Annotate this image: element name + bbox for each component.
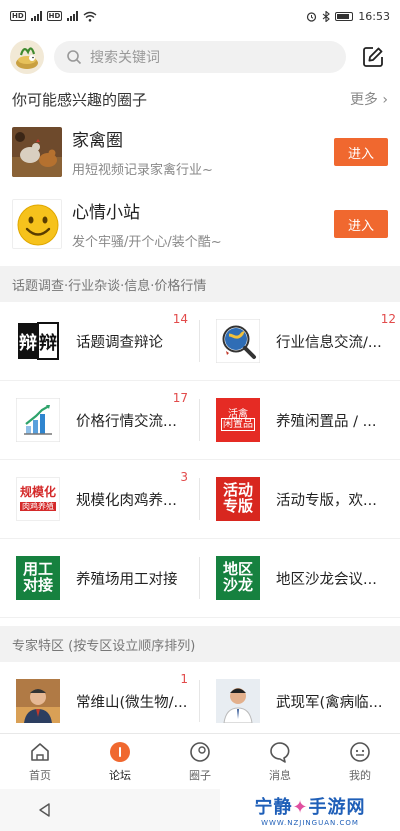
tab-home[interactable]: 首页 (0, 734, 80, 789)
forum-item-activity[interactable]: 活动 专版 活动专版，欢... (200, 460, 400, 539)
tab-circle[interactable]: 圈子 (160, 734, 240, 789)
circle-name: 家禽圈 (72, 131, 123, 151)
tab-forum[interactable]: 论坛 (80, 734, 160, 789)
post-count-badge: 12 (380, 312, 396, 326)
experts-grid: 常维山(微生物/... 1 武现军(禽病临... (0, 662, 400, 741)
status-time: 16:53 (358, 9, 390, 23)
app-logo-icon (16, 47, 38, 69)
forum-item-label: 规模化肉鸡养... (76, 492, 177, 509)
forum-item-label: 养殖闲置品 / ... (276, 413, 377, 430)
watermark-title-part1: 宁静 (254, 797, 293, 818)
expert-label: 常维山(微生物/... (76, 694, 188, 711)
topics-section-header: 话题调查·行业杂谈·信息·价格行情 (0, 266, 400, 302)
alarm-icon (307, 11, 317, 22)
forum-item-broiler[interactable]: 规模化 肉鸡养殖 规模化肉鸡养... 3 (0, 460, 200, 539)
post-count-badge: 17 (172, 391, 188, 405)
post-count-badge: 14 (172, 312, 188, 326)
expert-item[interactable]: 武现军(禽病临... (200, 662, 400, 741)
search-bar[interactable]: 搜索关键词 (54, 41, 346, 73)
tab-label: 我的 (349, 768, 371, 782)
bar-chart-icon (16, 398, 60, 442)
forum-icon (110, 741, 130, 762)
tab-messages[interactable]: 消息 (240, 734, 320, 789)
search-icon (67, 50, 82, 65)
forum-item-label: 价格行情交流... (76, 413, 177, 430)
post-count-badge: 3 (180, 470, 188, 484)
circle-desc: 发个牢骚/开个心/装个酷~ (72, 235, 222, 250)
watermark-title: 宁静✦手游网 (254, 793, 365, 819)
hd-icon: HD (10, 11, 26, 21)
forum-item-label: 地区沙龙会议... (276, 571, 377, 588)
forum-item-idle-goods[interactable]: 活禽 闲置品 养殖闲置品 / ... (200, 381, 400, 460)
tab-label: 圈子 (189, 768, 211, 782)
compose-icon (363, 47, 383, 67)
tab-label: 首页 (29, 768, 51, 782)
search-placeholder: 搜索关键词 (90, 50, 160, 66)
smiley-icon (13, 200, 61, 248)
salon-icon: 地区 沙龙 (216, 556, 260, 600)
circle-icon (190, 741, 210, 762)
svg-text:辩: 辩 (19, 332, 37, 354)
tab-label: 消息 (269, 768, 291, 782)
activity-icon: 活动 专版 (216, 477, 260, 521)
forum-item-salon[interactable]: 地区 沙龙 地区沙龙会议... (200, 539, 400, 618)
circle-thumb-poultry (12, 127, 62, 177)
tab-label: 论坛 (109, 768, 131, 782)
topics-grid: 辩 辩 话题调查辩论 14 行业信息交流/... 12 价格行情交流... 17… (0, 302, 400, 618)
more-link[interactable]: 更多 › (350, 89, 388, 109)
circle-item[interactable]: 家禽圈 用短视频记录家禽行业~ 进入 (0, 116, 400, 188)
forum-item-label: 行业信息交流/... (276, 334, 382, 351)
watermark-url: WWW.NZJINGUAN.COM (261, 819, 359, 827)
tab-profile[interactable]: 我的 (320, 734, 400, 789)
back-icon[interactable] (37, 802, 53, 818)
expert-item[interactable]: 常维山(微生物/... 1 (0, 662, 200, 741)
bluetooth-icon (322, 10, 331, 22)
recruit-icon: 用工 对接 (16, 556, 60, 600)
forum-item-debate[interactable]: 辩 辩 话题调查辩论 14 (0, 302, 200, 381)
expert-avatar (216, 679, 260, 723)
signal-icon (30, 11, 42, 21)
svg-text:辩: 辩 (39, 332, 57, 354)
more-label: 更多 (349, 92, 378, 108)
compose-button[interactable] (356, 40, 390, 74)
app-logo[interactable] (10, 40, 44, 74)
post-count-badge: 1 (180, 672, 188, 686)
circle-desc: 用短视频记录家禽行业~ (72, 163, 213, 178)
battery-icon (335, 11, 354, 21)
debate-icon: 辩 辩 (16, 319, 60, 363)
expert-label: 武现军(禽病临... (276, 694, 383, 711)
forum-item-label: 养殖场用工对接 (76, 571, 178, 588)
top-bar: 搜索关键词 (0, 32, 400, 82)
enter-button[interactable]: 进入 (334, 138, 388, 166)
home-icon (31, 742, 49, 761)
circle-item[interactable]: 心情小站 发个牢骚/开个心/装个酷~ 进入 (0, 188, 400, 260)
forum-item-industry-info[interactable]: 行业信息交流/... 12 (200, 302, 400, 381)
circle-thumb-mood (12, 199, 62, 249)
circle-name: 心情小站 (72, 203, 140, 223)
profile-icon (350, 741, 370, 762)
broiler-icon: 规模化 肉鸡养殖 (16, 477, 60, 521)
globe-search-icon (216, 319, 260, 363)
forum-item-label: 话题调查辩论 (76, 334, 163, 351)
forum-item-price[interactable]: 价格行情交流... 17 (0, 381, 200, 460)
watermark-title-part2: 手游网 (308, 797, 366, 818)
message-icon (270, 741, 290, 763)
watermark-logo-icon: ✦ (292, 797, 309, 818)
forum-item-label: 活动专版，欢... (276, 492, 377, 509)
poultry-photo-icon (12, 127, 62, 177)
wifi-icon (83, 11, 97, 22)
forum-item-recruit[interactable]: 用工 对接 养殖场用工对接 (0, 539, 200, 618)
experts-section-header: 专家特区 (按专区设立顺序排列) (0, 626, 400, 662)
signal-icon-2 (67, 11, 79, 21)
bottom-tab-bar: 首页 论坛 圈子 消息 我的 (0, 733, 400, 789)
watermark: 宁静✦手游网 WWW.NZJINGUAN.COM (220, 789, 400, 831)
status-bar: HD HD 16:53 (0, 0, 400, 32)
expert-avatar (16, 679, 60, 723)
enter-button[interactable]: 进入 (334, 210, 388, 238)
idle-goods-icon: 活禽 闲置品 (216, 398, 260, 442)
hd-icon-2: HD (46, 11, 63, 21)
recommend-header: 你可能感兴趣的圈子 更多 › (0, 82, 400, 116)
recommend-title: 你可能感兴趣的圈子 (12, 90, 148, 109)
